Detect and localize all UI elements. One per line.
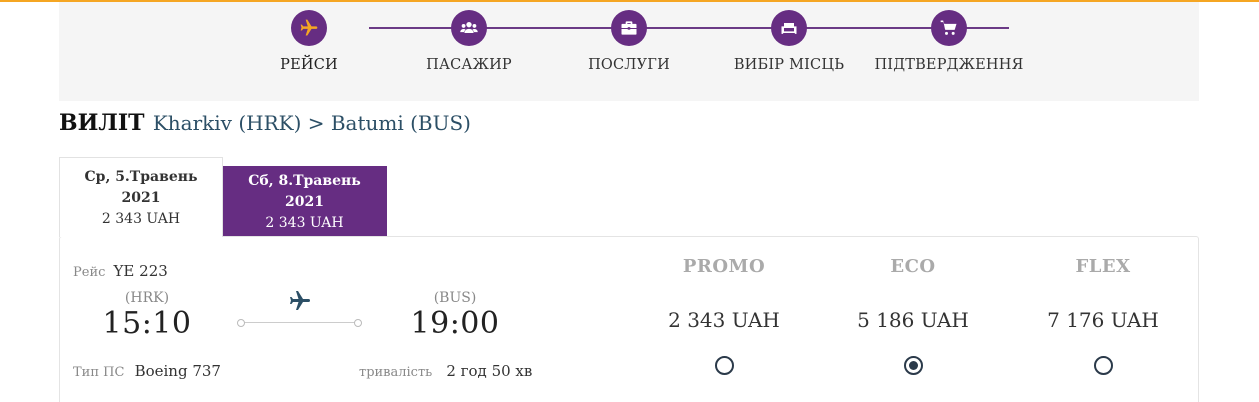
route-start-dot	[237, 319, 245, 327]
route-heading: ВИЛІТ Kharkiv (HRK) > Batumi (BUS)	[59, 110, 471, 136]
airplane-icon	[290, 291, 310, 310]
origin-code: (HRK)	[124, 290, 170, 306]
briefcase-icon	[611, 10, 647, 46]
step-seat-selection[interactable]: ВИБІР МІСЦЬ	[709, 10, 869, 73]
booking-progress-stepper: РЕЙСИ ПАСАЖИР ПОСЛУГИ ВИБІР МІСЦЬ ПІДТВЕ…	[59, 2, 1199, 101]
seat-icon	[771, 10, 807, 46]
fare-name-promo: PROMO	[682, 256, 766, 277]
duration-row: тривалість 2 год 50 хв	[359, 362, 532, 380]
aircraft-row: Тип ПС Boeing 737	[73, 362, 221, 380]
route-line	[241, 322, 360, 323]
flight-number-row: Рейс YE 223	[73, 262, 168, 280]
date-tab[interactable]: Сб, 8.Травень 2021 2 343 UAH	[222, 166, 387, 237]
fare-price-flex: 7 176 UAH	[1047, 308, 1159, 332]
flight-number: YE 223	[113, 262, 168, 280]
aircraft-label: Тип ПС	[73, 365, 125, 380]
fare-radio-flex[interactable]	[1094, 356, 1113, 375]
tab-date: Ср, 5.Травень	[84, 169, 198, 185]
step-label: РЕЙСИ	[280, 57, 338, 73]
step-services[interactable]: ПОСЛУГИ	[549, 10, 709, 73]
cart-icon	[931, 10, 967, 46]
step-label: ПІДТВЕРДЖЕННЯ	[874, 57, 1024, 73]
tab-year: 2021	[285, 194, 324, 210]
route-end-dot	[354, 319, 362, 327]
fare-radio-promo[interactable]	[715, 356, 734, 375]
tab-price: 2 343 UAH	[265, 215, 344, 231]
step-label: ПАСАЖИР	[426, 57, 512, 73]
step-flights[interactable]: РЕЙСИ	[229, 10, 389, 73]
flight-number-label: Рейс	[73, 265, 106, 280]
step-passenger[interactable]: ПАСАЖИР	[389, 10, 549, 73]
arrival-time: 19:00	[410, 306, 500, 341]
airplane-icon	[291, 10, 327, 46]
date-tab-selected[interactable]: Ср, 5.Травень 2021 2 343 UAH	[59, 157, 223, 237]
users-icon	[451, 10, 487, 46]
fare-price-eco: 5 186 UAH	[857, 308, 969, 332]
direction-label: ВИЛІТ	[59, 110, 145, 136]
aircraft-type: Boeing 737	[134, 362, 221, 380]
fare-name-flex: FLEX	[1075, 256, 1131, 277]
fare-radio-eco[interactable]	[904, 356, 923, 375]
route-text: Kharkiv (HRK) > Batumi (BUS)	[152, 111, 471, 135]
step-label: ПОСЛУГИ	[588, 57, 670, 73]
destination-code: (BUS)	[433, 290, 477, 306]
tab-price: 2 343 UAH	[101, 211, 181, 227]
departure-time: 15:10	[102, 306, 192, 341]
fare-name-eco: ECO	[890, 256, 936, 277]
duration-label: тривалість	[359, 365, 433, 380]
step-confirmation[interactable]: ПІДТВЕРДЖЕННЯ	[869, 10, 1029, 73]
fare-price-promo: 2 343 UAH	[668, 308, 780, 332]
duration-value: 2 год 50 хв	[446, 362, 533, 380]
step-label: ВИБІР МІСЦЬ	[733, 57, 845, 73]
tab-date: Сб, 8.Травень	[248, 173, 361, 189]
tab-year: 2021	[121, 190, 161, 206]
